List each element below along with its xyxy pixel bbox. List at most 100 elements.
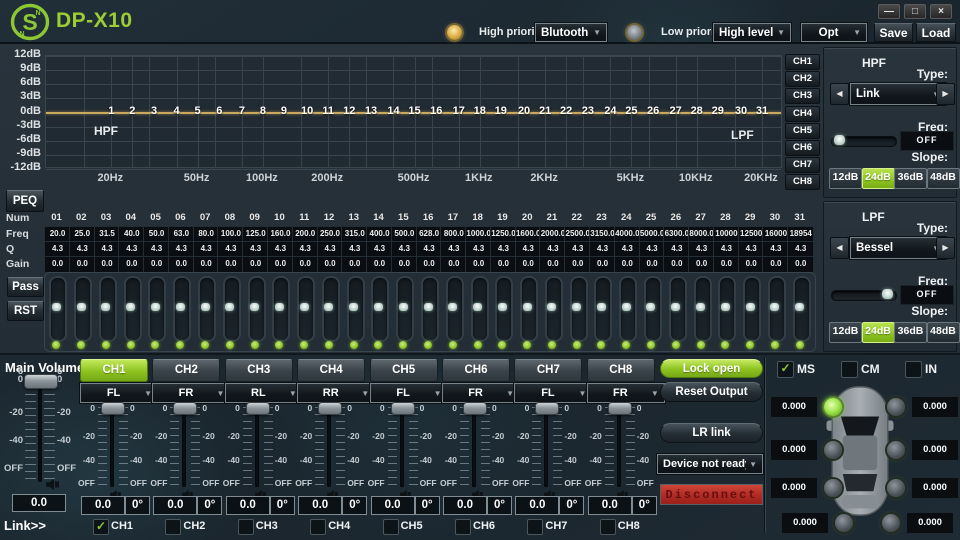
- low-priority-select[interactable]: High level ▼: [713, 23, 791, 42]
- eq-band-handle[interactable]: 2: [123, 105, 141, 117]
- band-slider-knob-icon[interactable]: [622, 303, 631, 311]
- band-gain-cell[interactable]: 0.0: [688, 256, 715, 273]
- band-gain-cell[interactable]: 0.0: [589, 256, 616, 273]
- eq-band-handle[interactable]: 18: [471, 105, 489, 117]
- band-slider-knob-icon[interactable]: [77, 303, 86, 311]
- channel-gain-value[interactable]: 0.0: [226, 496, 270, 515]
- band-gain-cell[interactable]: 0.0: [143, 256, 170, 273]
- band-gain-cell[interactable]: 0.0: [440, 256, 467, 273]
- delay-value[interactable]: 0.000: [771, 478, 817, 498]
- band-gain-cell[interactable]: 0.0: [44, 256, 71, 273]
- band-slider-knob-icon[interactable]: [52, 303, 61, 311]
- channel-fader-knob[interactable]: [535, 402, 559, 415]
- band-gain-cell[interactable]: 0.0: [292, 256, 319, 273]
- main-volume-knob[interactable]: [24, 374, 58, 389]
- band-gain-cell[interactable]: 0.0: [762, 256, 789, 273]
- eq-band-handle[interactable]: 31: [753, 105, 771, 117]
- delay-knob[interactable]: [824, 441, 842, 459]
- graph-channel-button[interactable]: CH3: [785, 88, 820, 104]
- band-gain-cell[interactable]: 0.0: [391, 256, 418, 273]
- lpf-type-select[interactable]: Bessel▼: [850, 237, 946, 259]
- lpf-type-next-button[interactable]: ▶: [936, 237, 955, 259]
- channel-phase-value[interactable]: 0°: [415, 496, 440, 515]
- hpf-slope-24db-button[interactable]: 24dB: [862, 168, 895, 189]
- channel-fader-knob[interactable]: [463, 402, 487, 415]
- channel-phase-value[interactable]: 0°: [125, 496, 150, 515]
- delay-mode-checkbox-in[interactable]: [905, 361, 922, 378]
- channel-fader-knob[interactable]: [608, 402, 632, 415]
- channel-fader-track[interactable]: [255, 405, 259, 487]
- band-gain-cell[interactable]: 0.0: [217, 256, 244, 273]
- channel-fader-track[interactable]: [327, 405, 331, 487]
- lpf-slope-12db-button[interactable]: 12dB: [829, 322, 862, 343]
- source-select-ch3[interactable]: RL▼: [225, 383, 303, 403]
- band-gain-cell[interactable]: 0.0: [539, 256, 566, 273]
- eq-band-handle[interactable]: 15: [406, 105, 424, 117]
- band-slider-knob-icon[interactable]: [424, 303, 433, 311]
- graph-channel-button[interactable]: CH5: [785, 123, 820, 139]
- band-gain-cell[interactable]: 0.0: [515, 256, 542, 273]
- hpf-slope-48db-button[interactable]: 48dB: [927, 168, 960, 189]
- eq-band-handle[interactable]: 30: [732, 105, 750, 117]
- source-select-ch7[interactable]: FL▼: [514, 383, 592, 403]
- delay-knob[interactable]: [835, 514, 853, 532]
- band-slider-knob-icon[interactable]: [498, 303, 507, 311]
- band-slider-knob-icon[interactable]: [795, 303, 804, 311]
- band-gain-cell[interactable]: 0.0: [193, 256, 220, 273]
- graph-channel-button[interactable]: CH8: [785, 174, 820, 190]
- eq-band-handle[interactable]: 19: [492, 105, 510, 117]
- band-gain-cell[interactable]: 0.0: [69, 256, 96, 273]
- eq-band-handle[interactable]: 4: [168, 105, 186, 117]
- eq-graph[interactable]: 1234567891011121314151617181920212223242…: [45, 55, 782, 168]
- band-slider-knob-icon[interactable]: [597, 303, 606, 311]
- channel-fader-knob[interactable]: [318, 402, 342, 415]
- delay-value[interactable]: 0.000: [771, 440, 817, 460]
- band-slider-knob-icon[interactable]: [721, 303, 730, 311]
- eq-band-handle[interactable]: 17: [450, 105, 468, 117]
- channel-phase-value[interactable]: 0°: [197, 496, 222, 515]
- channel-fader-track[interactable]: [400, 405, 404, 487]
- delay-mode-checkbox-ms[interactable]: ✓: [777, 361, 794, 378]
- delay-value[interactable]: 0.000: [907, 513, 953, 533]
- channel-phase-value[interactable]: 0°: [487, 496, 512, 515]
- eq-band-handle[interactable]: 16: [427, 105, 445, 117]
- band-slider-knob-icon[interactable]: [201, 303, 210, 311]
- band-gain-cell[interactable]: 0.0: [416, 256, 443, 273]
- lpf-type-prev-button[interactable]: ◀: [830, 237, 849, 259]
- band-gain-cell[interactable]: 0.0: [94, 256, 121, 273]
- band-gain-cell[interactable]: 0.0: [713, 256, 740, 273]
- band-slider-knob-icon[interactable]: [696, 303, 705, 311]
- eq-band-handle[interactable]: 29: [709, 105, 727, 117]
- delay-knob[interactable]: [887, 398, 905, 416]
- channel-phase-value[interactable]: 0°: [342, 496, 367, 515]
- link-checkbox-ch6[interactable]: [455, 519, 471, 535]
- pass-button[interactable]: Pass: [7, 277, 44, 297]
- eq-band-handle[interactable]: 7: [233, 105, 251, 117]
- channel-fader-track[interactable]: [544, 405, 548, 487]
- channel-gain-value[interactable]: 0.0: [371, 496, 415, 515]
- channel-fader-track[interactable]: [472, 405, 476, 487]
- hpf-type-select[interactable]: Link▼: [850, 83, 946, 105]
- band-gain-cell[interactable]: 0.0: [168, 256, 195, 273]
- eq-band-handle[interactable]: 28: [688, 105, 706, 117]
- lpf-slope-24db-button[interactable]: 24dB: [862, 322, 895, 343]
- band-slider-knob-icon[interactable]: [770, 303, 779, 311]
- channel-phase-value[interactable]: 0°: [559, 496, 584, 515]
- band-slider-knob-icon[interactable]: [300, 303, 309, 311]
- delay-knob[interactable]: [824, 479, 842, 497]
- band-slider-knob-icon[interactable]: [448, 303, 457, 311]
- eq-band-handle[interactable]: 21: [536, 105, 554, 117]
- eq-band-handle[interactable]: 20: [515, 105, 533, 117]
- tab-ch7[interactable]: CH7: [514, 359, 582, 382]
- band-slider-knob-icon[interactable]: [646, 303, 655, 311]
- eq-band-handle[interactable]: 25: [622, 105, 640, 117]
- delay-knob[interactable]: [824, 398, 842, 416]
- link-checkbox-ch2[interactable]: [165, 519, 181, 535]
- graph-channel-button[interactable]: CH4: [785, 106, 820, 122]
- delay-value[interactable]: 0.000: [912, 478, 958, 498]
- channel-gain-value[interactable]: 0.0: [153, 496, 197, 515]
- band-gain-cell[interactable]: 0.0: [738, 256, 765, 273]
- channel-gain-value[interactable]: 0.0: [443, 496, 487, 515]
- reset-output-button[interactable]: Reset Output: [660, 382, 763, 402]
- link-checkbox-ch1[interactable]: ✓: [93, 519, 109, 535]
